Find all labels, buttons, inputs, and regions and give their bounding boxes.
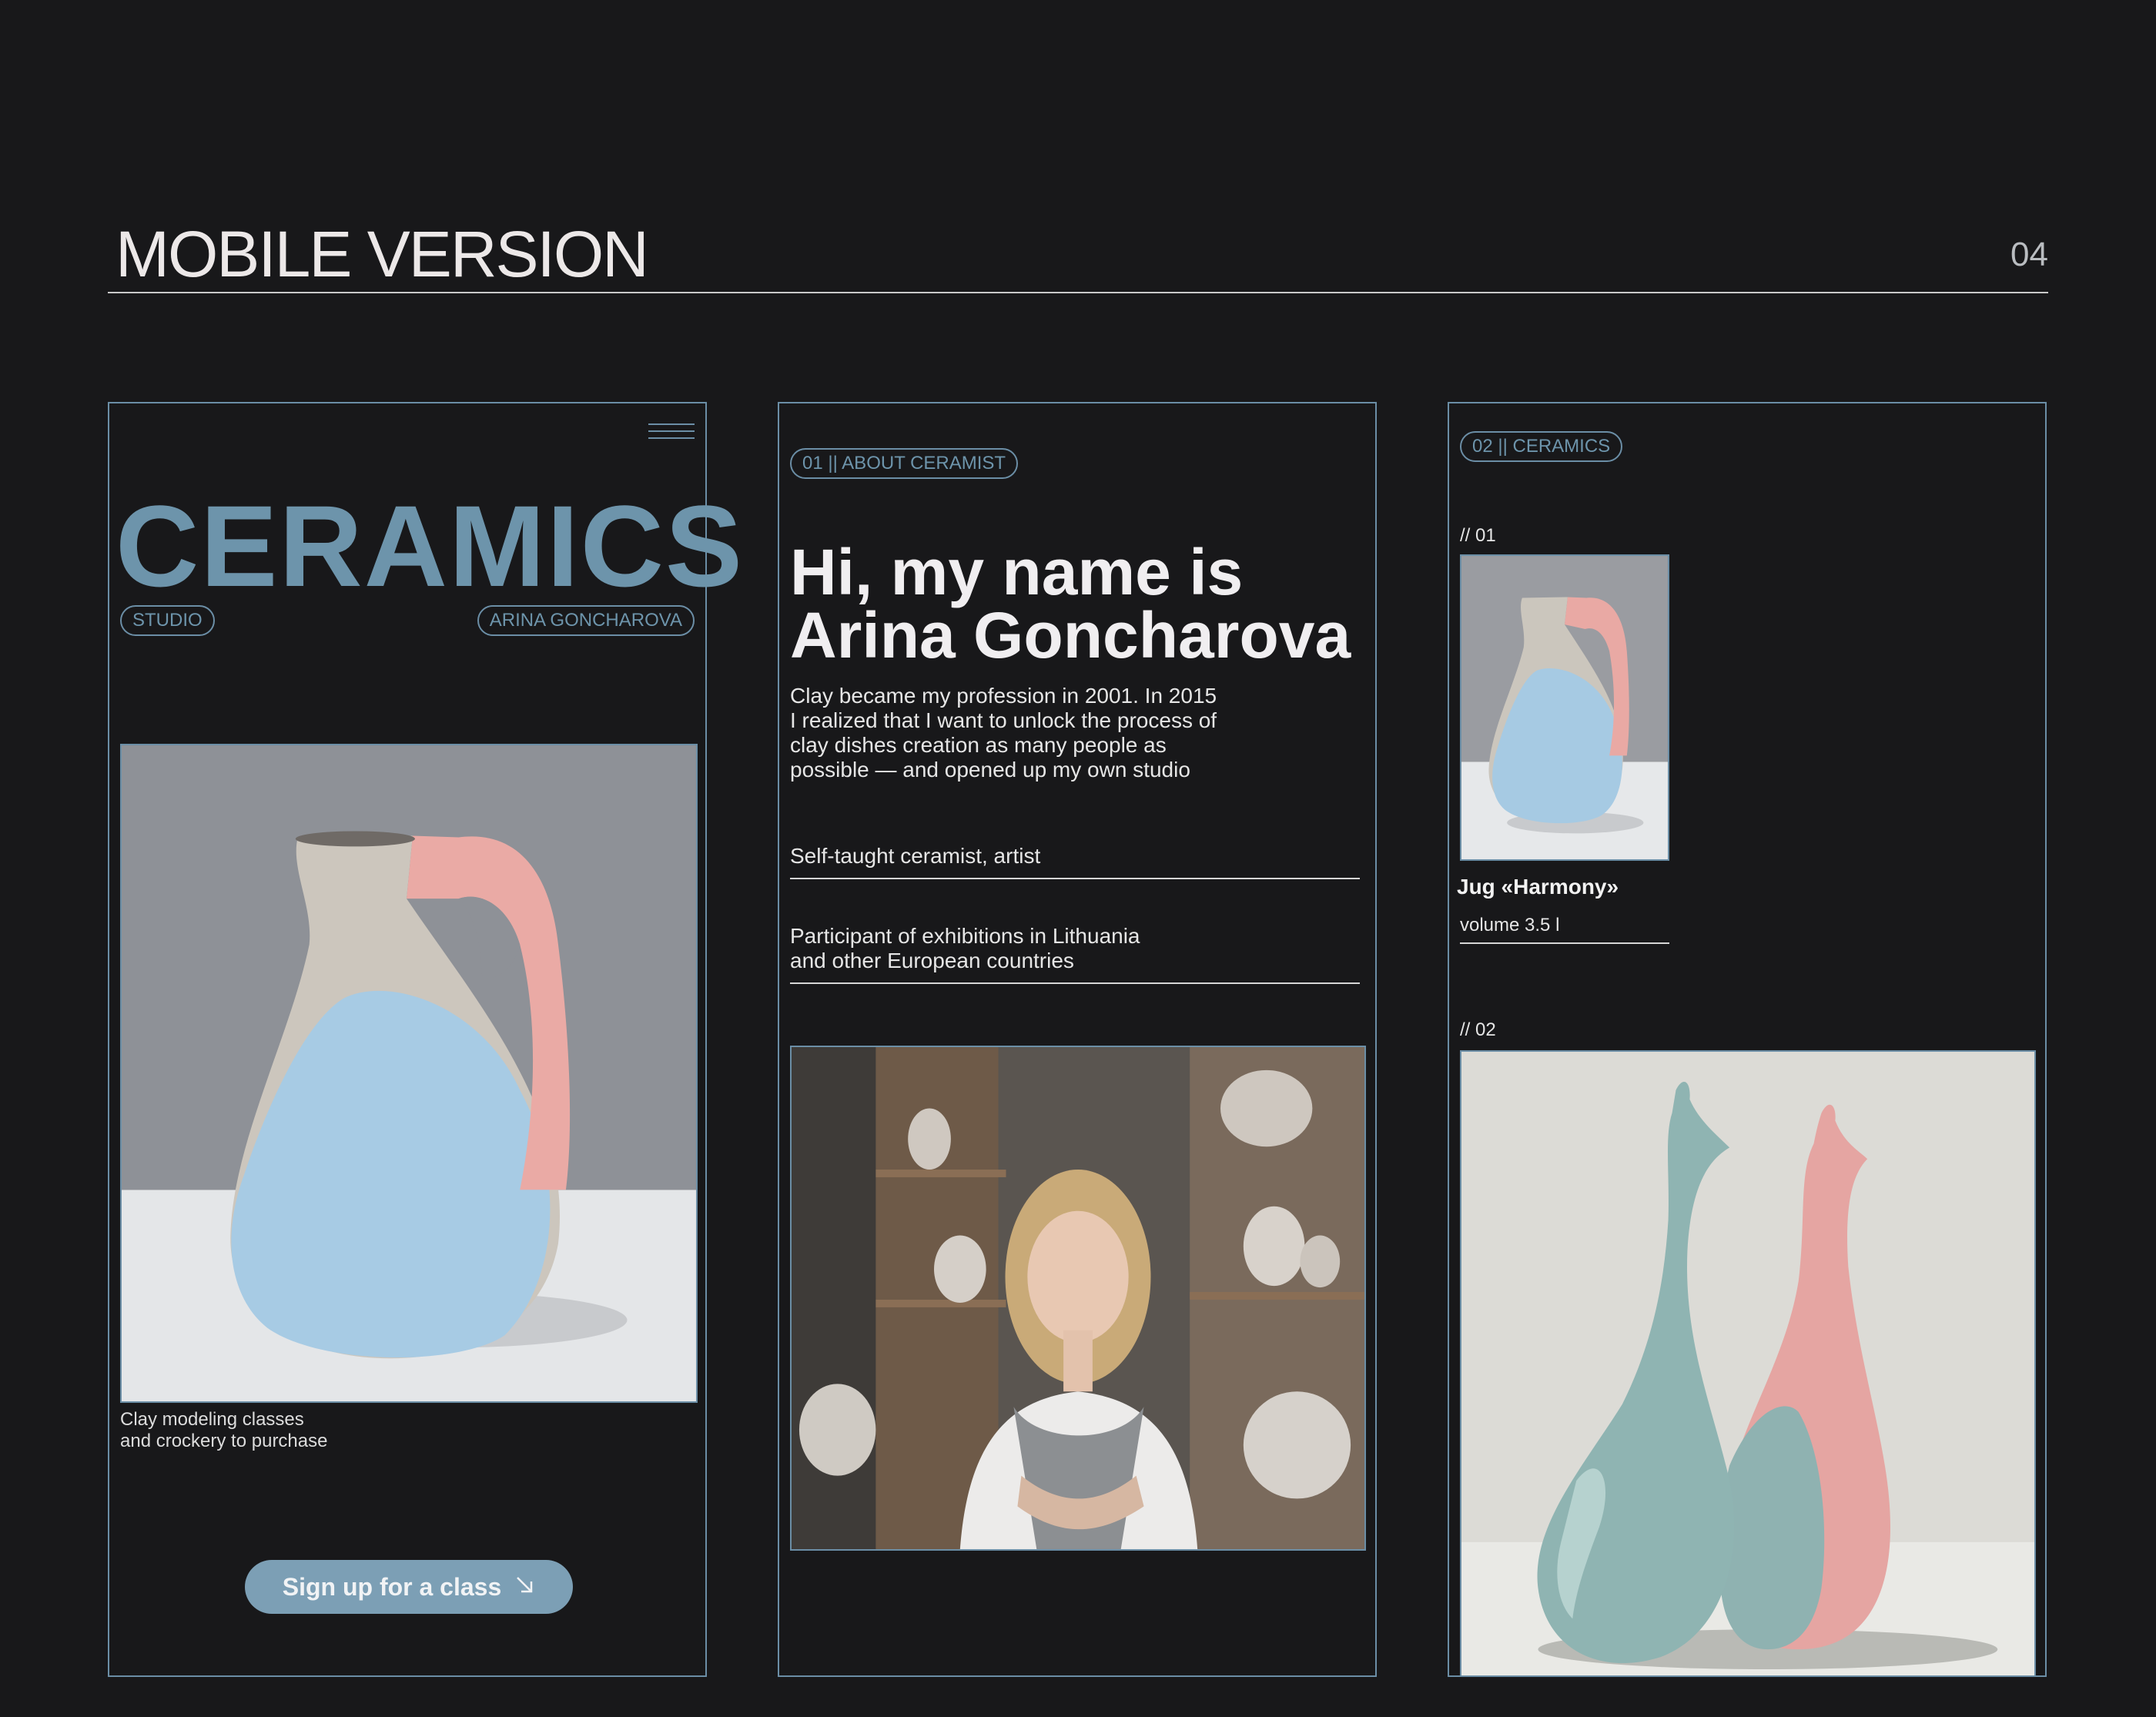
fact-exhibitions-line1: Participant of exhibitions in Lithuania [790,924,1140,948]
jug-harmony-image[interactable] [1460,554,1669,861]
about-heading-line1: Hi, my name is [790,536,1244,608]
item1-volume: volume 3.5 l [1460,915,1669,944]
hero-caption: Clay modeling classes and crockery to pu… [120,1409,327,1452]
item1-index: // 01 [1460,525,1496,546]
page-title: MOBILE VERSION [116,218,649,290]
fact-self-taught: Self-taught ceramist, artist [790,844,1360,879]
mobile-screen-ceramics: 02 || CERAMICS // 01 Jug «Harmony» volum… [1448,402,2047,1677]
fact-exhibitions: Participant of exhibitions in Lithuania … [790,924,1360,984]
sign-up-button[interactable]: Sign up for a class [245,1560,573,1614]
section-tag-ceramics: 02 || CERAMICS [1460,431,1623,462]
vases-pair-image[interactable] [1460,1050,2036,1677]
hero-jug-image [120,744,698,1403]
header-divider [108,292,2048,293]
item1-name[interactable]: Jug «Harmony» [1457,875,1619,899]
hamburger-icon[interactable] [648,422,695,440]
brand-title: CERAMICS [116,481,745,611]
tag-author: ARINA GONCHAROVA [477,605,695,636]
mobile-screen-home: CERAMICS STUDIO ARINA GONCHAROVA Clay mo… [108,402,745,1677]
page-number: 04 [2010,236,2048,273]
item2-index: // 02 [1460,1019,1496,1040]
fact-exhibitions-line2: and other European countries [790,949,1074,972]
arrow-down-right-icon [514,1573,535,1602]
section-tag-about: 01 || ABOUT CERAMIST [790,448,1019,479]
ceramist-portrait-image [790,1046,1366,1551]
hero-caption-line2: and crockery to purchase [120,1431,328,1451]
tag-studio: STUDIO [120,605,215,636]
about-heading: Hi, my name is Arina Goncharova [790,536,1360,671]
about-bio: Clay became my profession in 2001. In 20… [790,684,1217,782]
mobile-screen-about: 01 || ABOUT CERAMIST Hi, my name is Arin… [778,402,1377,1677]
sign-up-button-label: Sign up for a class [282,1572,502,1601]
about-heading-line2: Arina Goncharova [790,599,1351,671]
hero-caption-line1: Clay modeling classes [120,1409,304,1430]
